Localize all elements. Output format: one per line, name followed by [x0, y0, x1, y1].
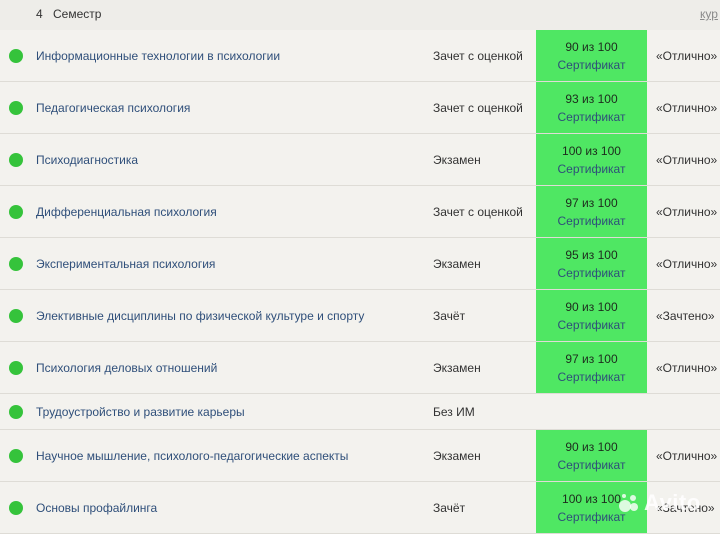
certificate-link[interactable]: Сертификат [536, 370, 647, 384]
subject-link[interactable]: Экспериментальная психология [36, 257, 215, 271]
certificate-link[interactable]: Сертификат [536, 110, 647, 124]
final-grade: «Отлично» [656, 101, 718, 115]
table-row: Информационные технологии в психологии З… [0, 30, 720, 82]
semester-header: 4 Семестр кур [0, 0, 720, 31]
status-dot-icon [9, 205, 23, 219]
certificate-link[interactable]: Сертификат [536, 458, 647, 472]
table-row: Трудоустройство и развитие карьеры Без И… [0, 394, 720, 430]
table-row: Основы профайлинга Зачёт 100 из 100 Серт… [0, 482, 720, 534]
status-dot-icon [9, 101, 23, 115]
grade-box: 90 из 100 Сертификат [536, 290, 647, 341]
score-value: 93 из 100 [565, 92, 618, 106]
certificate-link[interactable]: Сертификат [536, 214, 647, 228]
subject-link[interactable]: Психодиагностика [36, 153, 138, 167]
subject-link[interactable]: Трудоустройство и развитие карьеры [36, 405, 245, 419]
final-grade: «Отлично» [656, 49, 718, 63]
control-type: Зачёт [433, 309, 466, 323]
control-type: Без ИМ [433, 405, 475, 419]
grades-table: Информационные технологии в психологии З… [0, 30, 720, 534]
status-dot-icon [9, 309, 23, 323]
final-grade: «Зачтено» [656, 309, 715, 323]
subject-link[interactable]: Педагогическая психология [36, 101, 190, 115]
table-row: Психодиагностика Экзамен 100 из 100 Серт… [0, 134, 720, 186]
score-value: 90 из 100 [565, 40, 618, 54]
avito-watermark: Avito [618, 488, 718, 520]
subject-link[interactable]: Дифференциальная психология [36, 205, 217, 219]
grade-box: 90 из 100 Сертификат [536, 430, 647, 481]
status-dot-icon [9, 501, 23, 515]
control-type: Зачет с оценкой [433, 205, 523, 219]
status-dot-icon [9, 405, 23, 419]
score-value: 97 из 100 [565, 196, 618, 210]
final-grade: «Отлично» [656, 257, 718, 271]
table-row: Дифференциальная психология Зачет с оцен… [0, 186, 720, 238]
score-value: 97 из 100 [565, 352, 618, 366]
final-grade: «Отлично» [656, 449, 718, 463]
control-type: Экзамен [433, 153, 481, 167]
subject-link[interactable]: Научное мышление, психолого-педагогическ… [36, 449, 348, 463]
score-value: 100 из 100 [562, 144, 621, 158]
control-type: Зачёт [433, 501, 466, 515]
grade-box: 90 из 100 Сертификат [536, 30, 647, 81]
subject-link[interactable]: Информационные технологии в психологии [36, 49, 280, 63]
subject-link[interactable]: Психология деловых отношений [36, 361, 217, 375]
grade-box: 97 из 100 Сертификат [536, 186, 647, 237]
control-type: Экзамен [433, 257, 481, 271]
score-value: 95 из 100 [565, 248, 618, 262]
table-row: Экспериментальная психология Экзамен 95 … [0, 238, 720, 290]
certificate-link[interactable]: Сертификат [536, 58, 647, 72]
status-dot-icon [9, 361, 23, 375]
certificate-link[interactable]: Сертификат [536, 318, 647, 332]
score-value: 90 из 100 [565, 440, 618, 454]
status-dot-icon [9, 153, 23, 167]
table-row: Элективные дисциплины по физической куль… [0, 290, 720, 342]
control-type: Зачет с оценкой [433, 101, 523, 115]
watermark-text: Avito [644, 490, 701, 515]
status-dot-icon [9, 257, 23, 271]
final-grade: «Отлично» [656, 153, 718, 167]
control-type: Зачет с оценкой [433, 49, 523, 63]
certificate-link[interactable]: Сертификат [536, 266, 647, 280]
avito-logo-icon [619, 494, 638, 512]
course-link[interactable]: кур [700, 7, 718, 21]
status-dot-icon [9, 49, 23, 63]
final-grade: «Отлично» [656, 361, 718, 375]
grade-box: 100 из 100 Сертификат [536, 134, 647, 185]
subject-link[interactable]: Основы профайлинга [36, 501, 157, 515]
grade-box: 95 из 100 Сертификат [536, 238, 647, 289]
score-value: 90 из 100 [565, 300, 618, 314]
table-row: Психология деловых отношений Экзамен 97 … [0, 342, 720, 394]
table-row: Педагогическая психология Зачет с оценко… [0, 82, 720, 134]
grade-box: 97 из 100 Сертификат [536, 342, 647, 393]
certificate-link[interactable]: Сертификат [536, 162, 647, 176]
semester-title: Семестр [53, 7, 102, 21]
subject-link[interactable]: Элективные дисциплины по физической куль… [36, 309, 364, 323]
control-type: Экзамен [433, 361, 481, 375]
semester-number: 4 [36, 7, 43, 21]
table-row: Научное мышление, психолого-педагогическ… [0, 430, 720, 482]
final-grade: «Отлично» [656, 205, 718, 219]
grade-box: 93 из 100 Сертификат [536, 82, 647, 133]
status-dot-icon [9, 449, 23, 463]
control-type: Экзамен [433, 449, 481, 463]
